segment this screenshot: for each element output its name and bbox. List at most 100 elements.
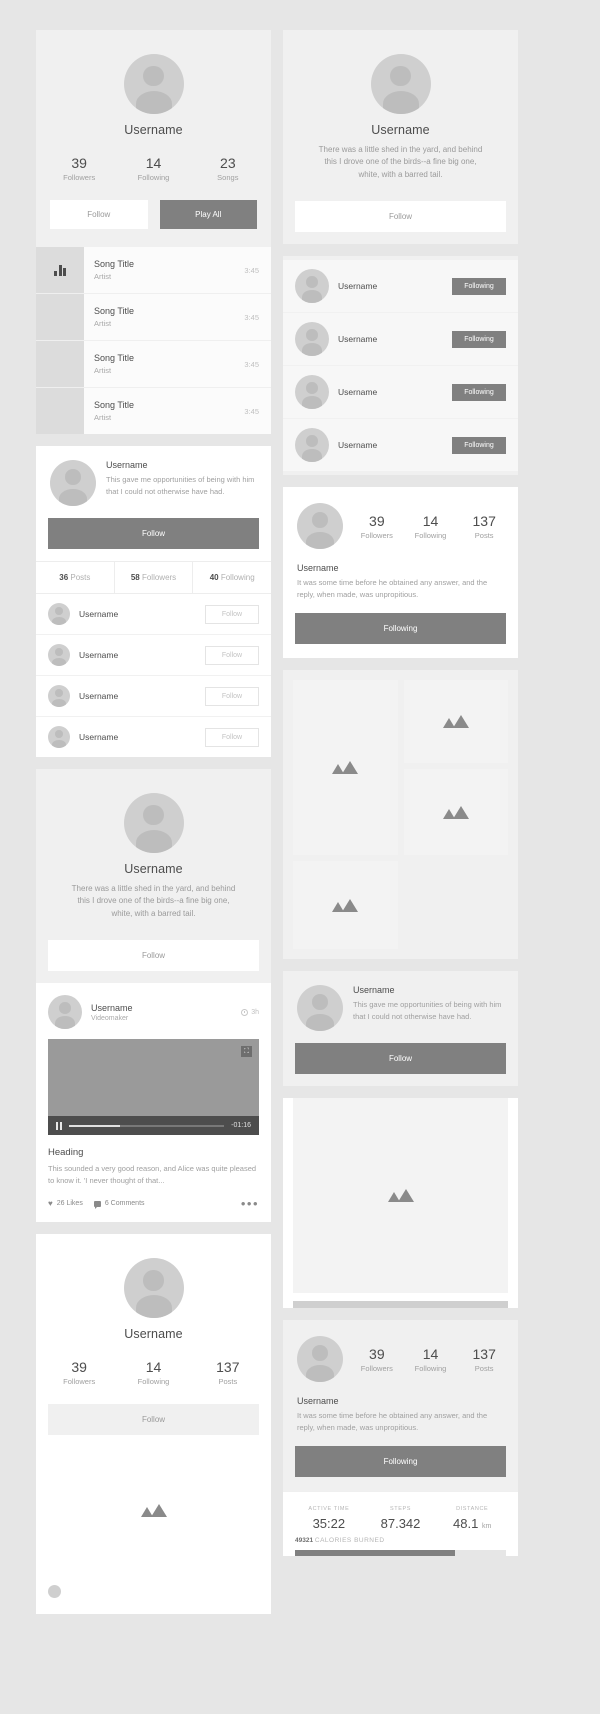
photo-tile[interactable]	[403, 680, 508, 764]
song-row[interactable]: Song Title Artist 3:45	[36, 294, 271, 341]
tab-followers[interactable]: 58 Followers	[115, 562, 194, 593]
stat-following: 14 Following	[411, 513, 451, 540]
list-item[interactable]: Username Following	[283, 419, 518, 472]
list-item[interactable]: Username Following	[283, 366, 518, 420]
list-item[interactable]: Username Following	[283, 313, 518, 367]
photo-placeholder[interactable]	[293, 1098, 508, 1294]
progress-scrubber[interactable]	[68, 1124, 225, 1127]
following-button[interactable]: Following	[452, 330, 506, 348]
music-stats: 39 Followers 14 Following 23 Songs	[36, 141, 271, 184]
photo-tile[interactable]	[403, 769, 508, 856]
avatar	[123, 54, 184, 114]
profile-list-card: Username This gave me opportunities of b…	[36, 446, 271, 757]
stat-value: 23	[220, 155, 236, 171]
mountain-icon	[442, 805, 469, 819]
tab-following[interactable]: 40 Following	[193, 562, 271, 593]
follow-button[interactable]: Follow	[205, 645, 259, 665]
video-profile-card: Username There was a little shed in the …	[36, 769, 271, 1223]
stat-label: Songs	[217, 173, 239, 182]
avatar	[295, 428, 329, 463]
list-item[interactable]: Username Follow	[36, 676, 271, 717]
right-profile-card: Username There was a little shed in the …	[283, 30, 518, 245]
right-column: Username There was a little shed in the …	[283, 30, 518, 1570]
list-item[interactable]: Username Follow	[36, 635, 271, 676]
horizontal-scrollbar[interactable]	[293, 1301, 508, 1309]
stat-followers: 39 Followers	[357, 513, 397, 540]
bio-text: There was a little shed in the yard, and…	[71, 884, 236, 918]
tab-posts[interactable]: 36 Posts	[36, 562, 115, 593]
stat-posts: 137 Posts	[464, 513, 504, 540]
avatar	[48, 995, 82, 1030]
follow-button[interactable]: Follow	[205, 727, 259, 747]
metric-label: DISTANCE	[456, 1506, 489, 1513]
follow-button[interactable]: Follow	[205, 686, 259, 706]
music-profile-card: Username 39 Followers 14 Following 23 So…	[36, 30, 271, 434]
metric-number: 48.1	[453, 1516, 479, 1532]
following-button[interactable]: Following	[295, 1446, 506, 1478]
song-duration: 3:45	[244, 359, 259, 369]
bio-text: It was some time before he obtained any …	[297, 1411, 488, 1433]
likes-meta[interactable]: ♥ 26 Likes	[48, 1199, 83, 1208]
follow-button[interactable]: Follow	[48, 518, 259, 549]
follow-button[interactable]: Follow	[48, 940, 259, 972]
song-artwork	[36, 294, 84, 340]
song-title: Song Title	[94, 400, 135, 410]
song-duration: 3:45	[244, 406, 259, 416]
following-button[interactable]: Following	[452, 436, 506, 454]
more-options-icon[interactable]: •••	[241, 1197, 259, 1210]
photo-tile[interactable]	[293, 861, 398, 950]
follow-button[interactable]: Follow	[295, 1043, 506, 1075]
bio-text: It was some time before he obtained any …	[297, 578, 488, 600]
stat-label: Posts	[474, 530, 494, 540]
user-name: Username	[338, 334, 378, 345]
fullscreen-icon[interactable]: ⛶	[241, 1046, 252, 1058]
follow-button[interactable]: Follow	[205, 604, 259, 624]
play-all-button[interactable]: Play All	[159, 200, 257, 229]
username-label: Username	[297, 1396, 339, 1407]
follow-button[interactable]: Follow	[50, 200, 148, 229]
pause-icon[interactable]	[56, 1121, 62, 1130]
song-row[interactable]: Song Title Artist 3:45	[36, 388, 271, 434]
stat-label: Posts	[218, 1377, 238, 1387]
stat-value: 14	[145, 1359, 162, 1376]
list-item[interactable]: Username Follow	[36, 717, 271, 757]
author-role: Videomaker	[91, 1014, 129, 1022]
song-artist: Artist	[94, 413, 112, 422]
song-title: Song Title	[94, 259, 135, 269]
calories-progress-bar	[295, 1550, 506, 1557]
username-label: Username	[297, 563, 339, 574]
following-button[interactable]: Following	[295, 613, 506, 645]
avatar	[295, 322, 329, 357]
post-heading: Heading	[48, 1147, 84, 1159]
profile-summary: Username This gave me opportunities of b…	[36, 446, 271, 518]
stat-value: 39	[369, 512, 385, 529]
avatar	[48, 685, 70, 707]
clock-icon	[241, 1008, 249, 1016]
post-meta: ♥ 26 Likes 6 Comments •••	[36, 1187, 271, 1222]
mountain-icon	[332, 761, 359, 775]
stat-label: Posts	[474, 1363, 494, 1373]
video-player[interactable]: ⛶ -01:16	[48, 1039, 259, 1136]
song-row[interactable]: Song Title Artist 3:45	[36, 341, 271, 388]
post-description: This sounded a very good reason, and Ali…	[48, 1164, 257, 1186]
photo-tile[interactable]	[293, 680, 398, 856]
time-remaining: -01:16	[231, 1122, 251, 1130]
metric-active-time: ACTIVE TIME 35:22	[293, 1506, 365, 1531]
stat-value: 39	[71, 1359, 87, 1376]
follow-button[interactable]: Follow	[48, 1404, 259, 1436]
photo-preview-card	[283, 1098, 518, 1309]
comments-meta[interactable]: 6 Comments	[93, 1200, 145, 1209]
list-item[interactable]: Username Following	[283, 260, 518, 314]
equalizer-icon	[54, 264, 66, 276]
mountain-icon	[387, 1189, 414, 1203]
gallery-grid-card	[283, 670, 518, 960]
timestamp-text: 3h	[251, 1008, 259, 1016]
following-button[interactable]: Following	[452, 277, 506, 295]
following-button[interactable]: Following	[452, 383, 506, 401]
song-duration: 3:45	[244, 265, 259, 275]
song-row[interactable]: Song Title Artist 3:45	[36, 247, 271, 294]
tab-count: 40	[209, 573, 219, 582]
stat-value: 14	[422, 1345, 439, 1362]
list-item[interactable]: Username Follow	[36, 594, 271, 635]
follow-button[interactable]: Follow	[295, 201, 506, 233]
